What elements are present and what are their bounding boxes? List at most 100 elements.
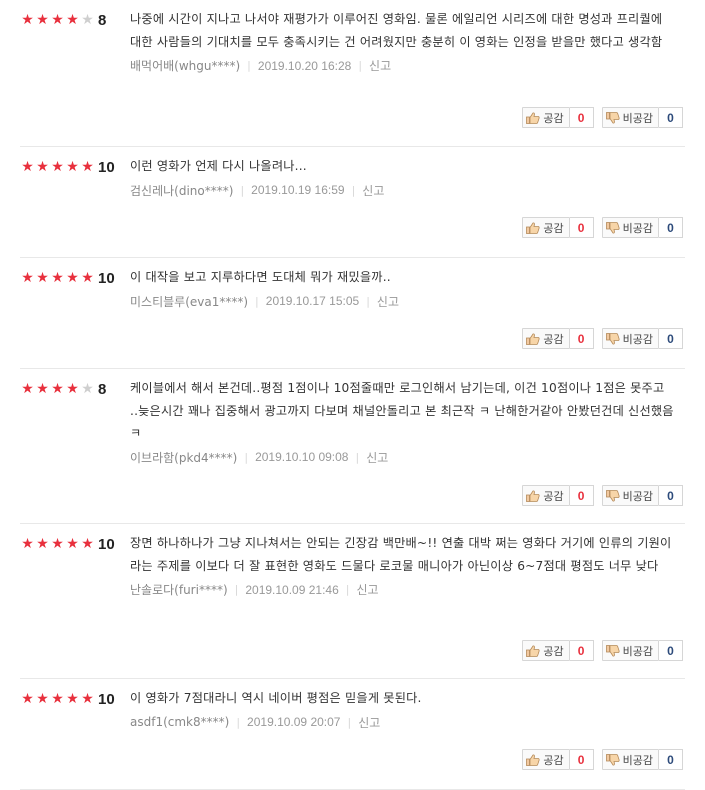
star-filled-icon: ★ — [51, 270, 64, 286]
meta-divider: | — [345, 583, 350, 596]
star-empty-icon: ★ — [81, 381, 94, 397]
star-filled-icon: ★ — [66, 12, 79, 28]
agree-button[interactable]: 공감 — [522, 107, 570, 128]
review-text: 나중에 시간이 지나고 나서야 재평가가 이루어진 영화임. 물론 에일리언 시… — [130, 12, 663, 49]
meta-divider: | — [255, 294, 259, 308]
review-date: 2019.10.20 16:28 — [257, 58, 352, 73]
star-filled-icon: ★ — [66, 381, 79, 397]
agree-button[interactable]: 공감 — [522, 749, 570, 770]
review-item: ★ ★ ★ ★ ★ 10 이 영화가 7점대라니 역시 네이버 평점은 믿을게 못된다.… — [20, 679, 685, 790]
review-author[interactable]: asdf1(cmk8****) — [130, 715, 229, 729]
star-filled-icon: ★ — [36, 12, 49, 28]
report-link[interactable]: 신고 — [362, 182, 384, 199]
review-meta: asdf1(cmk8****) | 2019.10.09 20:07 | 신고 — [130, 714, 675, 731]
disagree-label: 비공감 — [622, 644, 653, 658]
disagree-label: 비공감 — [622, 111, 653, 125]
rating-score: 10 — [98, 158, 115, 176]
agree-button[interactable]: 공감 — [522, 485, 570, 506]
review-date: 2019.10.17 15:05 — [265, 294, 360, 308]
review-text: 이런 영화가 언제 다시 나올려나... — [130, 159, 307, 173]
disagree-button[interactable]: 비공감 — [601, 640, 659, 661]
star-filled-icon: ★ — [51, 12, 64, 28]
star-filled-icon: ★ — [66, 270, 79, 286]
agree-count: 0 — [569, 217, 594, 238]
star-filled-icon: ★ — [21, 691, 34, 707]
review-item: ★ ★ ★ ★ ★ 8 케이블에서 해서 본건데..평점 1점이나 10점줄때만 로그인… — [20, 369, 685, 524]
meta-divider: | — [236, 715, 241, 729]
agree-label: 공감 — [543, 489, 564, 503]
disagree-button[interactable]: 비공감 — [601, 749, 659, 770]
report-link[interactable]: 신고 — [356, 581, 378, 598]
agree-button[interactable]: 공감 — [522, 217, 570, 238]
meta-divider: | — [244, 450, 249, 464]
meta-divider: | — [234, 583, 239, 596]
review-author[interactable]: 이브라함(pkd4****) — [130, 449, 237, 466]
star-filled-icon: ★ — [66, 159, 79, 175]
review-meta: 이브라함(pkd4****) | 2019.10.10 09:08 | 신고 — [130, 449, 675, 466]
rating: ★ ★ ★ ★ ★ 8 — [20, 12, 106, 29]
report-link[interactable]: 신고 — [377, 293, 399, 310]
review-author[interactable]: 난솔로다(furi****) — [130, 581, 228, 598]
agree-count: 0 — [569, 107, 594, 128]
thumbs-down-icon — [605, 221, 620, 234]
star-filled-icon: ★ — [21, 159, 34, 175]
report-link[interactable]: 신고 — [366, 449, 388, 466]
disagree-button[interactable]: 비공감 — [601, 328, 659, 349]
star-rating: ★ ★ ★ ★ ★ — [20, 536, 95, 552]
thumbs-up-icon — [526, 112, 540, 124]
agree-label: 공감 — [543, 221, 564, 235]
star-filled-icon: ★ — [36, 691, 49, 707]
disagree-label: 비공감 — [622, 221, 653, 235]
review-list: ★ ★ ★ ★ ★ 8 나중에 시간이 지나고 나서야 재평가가 이루어진 영화임. 물… — [0, 0, 705, 790]
star-empty-icon: ★ — [81, 12, 94, 28]
rating: ★ ★ ★ ★ ★ 10 — [20, 690, 115, 708]
star-filled-icon: ★ — [51, 159, 64, 175]
star-filled-icon: ★ — [81, 536, 94, 552]
star-filled-icon: ★ — [66, 536, 79, 552]
thumbs-down-icon — [605, 489, 620, 502]
star-filled-icon: ★ — [66, 691, 79, 707]
agree-count: 0 — [569, 640, 594, 661]
review-body: 이 대작을 보고 지루하다면 도대체 뭐가 재밌을까.. 미스티블루(eva1*… — [130, 266, 675, 310]
star-rating: ★ ★ ★ ★ ★ — [20, 270, 95, 286]
agree-button[interactable]: 공감 — [522, 640, 570, 661]
review-author[interactable]: 검신레나(dino****) — [130, 182, 233, 199]
review-body: 케이블에서 해서 본건데..평점 1점이나 10점줄때만 로그인해서 남기는데,… — [130, 377, 675, 466]
rating-score: 10 — [98, 269, 115, 287]
rating: ★ ★ ★ ★ ★ 8 — [20, 381, 106, 398]
thumbs-up-icon — [526, 222, 540, 234]
review-date: 2019.10.10 09:08 — [255, 450, 349, 464]
report-link[interactable]: 신고 — [369, 57, 391, 74]
disagree-count: 0 — [659, 107, 683, 128]
review-text: 이 대작을 보고 지루하다면 도대체 뭐가 재밌을까.. — [130, 270, 391, 284]
agree-button[interactable]: 공감 — [522, 328, 570, 349]
thumbs-up-icon — [526, 645, 540, 657]
disagree-button[interactable]: 비공감 — [601, 217, 659, 238]
star-filled-icon: ★ — [21, 536, 34, 552]
report-link[interactable]: 신고 — [358, 714, 380, 731]
star-rating: ★ ★ ★ ★ ★ — [20, 12, 95, 28]
review-text: 케이블에서 해서 본건데..평점 1점이나 10점줄때만 로그인해서 남기는데,… — [130, 381, 674, 440]
rating-score: 10 — [98, 690, 115, 708]
review-body: 이 영화가 7점대라니 역시 네이버 평점은 믿을게 못된다. asdf1(cm… — [130, 687, 675, 731]
thumbs-down-icon — [605, 111, 620, 124]
disagree-count: 0 — [659, 749, 683, 770]
review-body: 이런 영화가 언제 다시 나올려나... 검신레나(dino****) | 20… — [130, 155, 675, 199]
review-date: 2019.10.09 20:07 — [247, 715, 341, 729]
agree-count: 0 — [569, 328, 594, 349]
review-item: ★ ★ ★ ★ ★ 10 이런 영화가 언제 다시 나올려나... 검신레나(dino*… — [20, 147, 685, 258]
review-date: 2019.10.09 21:46 — [245, 582, 339, 597]
star-filled-icon: ★ — [21, 12, 34, 28]
vote-actions: 공감 0 비공감 0 — [522, 107, 683, 128]
disagree-button[interactable]: 비공감 — [601, 485, 659, 506]
review-author[interactable]: 배먹어배(whgu****) — [130, 57, 240, 74]
star-filled-icon: ★ — [36, 159, 49, 175]
review-author[interactable]: 미스티블루(eva1****) — [130, 293, 248, 310]
disagree-button[interactable]: 비공감 — [601, 107, 659, 128]
review-item: ★ ★ ★ ★ ★ 10 장면 하나하나가 그냥 지나쳐서는 안되는 긴장감 백만배~!… — [20, 524, 685, 679]
star-filled-icon: ★ — [81, 691, 94, 707]
meta-divider: | — [240, 183, 245, 197]
meta-divider: | — [355, 450, 360, 464]
review-text: 장면 하나하나가 그냥 지나쳐서는 안되는 긴장감 백만배~!! 연출 대박 쩌… — [130, 536, 672, 573]
disagree-count: 0 — [659, 328, 683, 349]
